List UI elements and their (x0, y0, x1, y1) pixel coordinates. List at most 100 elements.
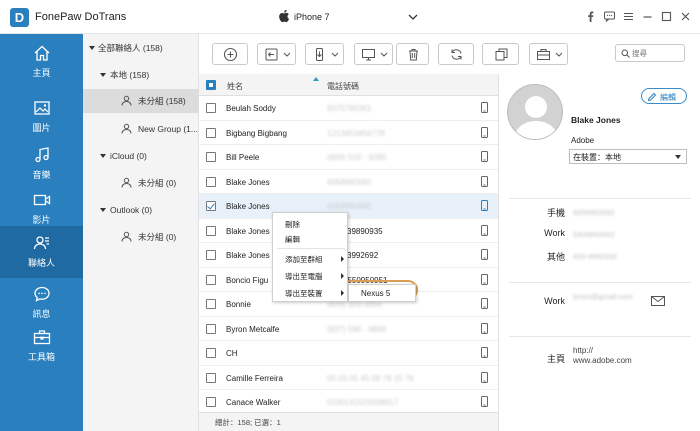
nav-home[interactable]: 主頁 (0, 36, 83, 88)
chevron-down-icon (380, 52, 388, 57)
export-to-pc-button[interactable] (354, 43, 393, 65)
contact-phone-cell: 0190141523008617 (327, 398, 399, 407)
column-header-phone[interactable]: 電話號碼 (327, 81, 359, 92)
group-icloud[interactable]: iCloud (0) (83, 144, 199, 168)
row-checkbox[interactable] (206, 225, 216, 236)
submenu-device-list[interactable]: Nexus 5 (348, 284, 416, 302)
field-value-homepage[interactable]: http:// www.adobe.com (573, 346, 632, 366)
search-box[interactable] (615, 44, 685, 62)
chevron-down-icon (283, 52, 291, 57)
nav-contacts[interactable]: 聯絡人 (0, 226, 83, 278)
menu-item-add-to-group[interactable]: 添加至群組 (273, 250, 349, 267)
group-outlook[interactable]: Outlook (0) (83, 198, 199, 222)
contact-name-cell: Bill Peele (226, 153, 260, 162)
facebook-icon[interactable] (584, 10, 597, 23)
home-icon (34, 45, 50, 61)
computer-export-icon (362, 49, 375, 61)
expand-arrow-icon (100, 208, 106, 212)
row-checkbox[interactable] (206, 176, 216, 187)
person-icon (121, 231, 132, 242)
group-outlook-ungrouped[interactable]: 未分組 (0) (83, 225, 199, 249)
nav-label: 訊息 (32, 309, 51, 319)
export-to-device-button[interactable] (305, 43, 344, 65)
table-row[interactable]: Bigbang Bigbang 12134534567­78 (199, 121, 498, 145)
menu-item-export-to-device[interactable]: 導出至裝置 (273, 284, 349, 301)
row-checkbox[interactable] (206, 372, 216, 383)
menu-item-edit[interactable]: 編輯 (273, 230, 349, 247)
import-button[interactable] (257, 43, 296, 65)
group-local[interactable]: 本地 (158) (83, 63, 199, 87)
column-header-name[interactable]: 姓名 (227, 81, 243, 92)
nav-label: 主頁 (32, 68, 51, 78)
group-label: 未分組 (0) (138, 232, 177, 242)
field-label-work-phone: Work (544, 228, 565, 238)
group-all-contacts[interactable]: 全部聯絡人 (158) (83, 36, 199, 60)
plus-circle-icon (223, 47, 238, 62)
table-row[interactable]: CH (199, 341, 498, 366)
feedback-icon[interactable] (603, 10, 616, 23)
contact-name-cell: Blake Jones (226, 202, 270, 211)
table-row[interactable]: Bill Peele (800) 510 - 9285 (199, 145, 498, 170)
location-select[interactable]: 在裝置：本地 (569, 149, 687, 164)
menu-item-export-to-pc[interactable]: 導出至電腦 (273, 267, 349, 284)
refresh-icon (451, 49, 462, 60)
row-checkbox[interactable] (206, 152, 216, 162)
table-row[interactable]: Beulah Soddy 5075790361 (199, 96, 498, 121)
table-row[interactable]: Blake Jones 6058992692 (199, 170, 498, 194)
delete-button[interactable] (396, 43, 429, 65)
list-header: 姓名 電話號碼 (199, 74, 498, 96)
maximize-icon[interactable] (660, 10, 673, 23)
toolbox-button[interactable] (529, 43, 568, 65)
row-checkbox[interactable] (206, 348, 216, 358)
nav-label: 音樂 (32, 170, 51, 180)
refresh-button[interactable] (438, 43, 474, 65)
nav-toolbox[interactable]: 工具箱 (0, 320, 83, 372)
search-input[interactable] (632, 47, 682, 59)
message-icon (34, 286, 50, 302)
expand-arrow-icon (100, 73, 106, 77)
contacts-icon (33, 236, 49, 250)
duplicate-button[interactable] (482, 43, 519, 65)
group-local-ungrouped[interactable]: 未分組 (158) (83, 89, 199, 113)
music-icon (35, 147, 49, 163)
contact-name-cell: Blake Jones (226, 251, 270, 260)
table-row[interactable]: Byron Metcalfe (937) 586 - 9899 (199, 317, 498, 341)
add-contact-button[interactable] (212, 43, 248, 65)
contact-company: Adobe (571, 136, 595, 145)
edit-label: 編輯 (660, 93, 676, 102)
row-checkbox[interactable] (206, 274, 216, 285)
phone-device-icon (481, 273, 488, 287)
email-icon[interactable] (651, 296, 665, 306)
menu-icon[interactable] (622, 10, 635, 23)
contact-phone-cell: 39890935 (347, 226, 383, 236)
expand-arrow-icon (100, 154, 106, 158)
row-checkbox[interactable] (206, 299, 216, 309)
chevron-down-icon (408, 14, 418, 20)
menu-separator (277, 248, 345, 249)
nav-photos[interactable]: 圖片 (0, 91, 83, 143)
nav-label: 聯絡人 (27, 258, 55, 268)
group-label: iCloud (0) (110, 151, 147, 161)
pencil-icon (647, 92, 657, 102)
row-checkbox[interactable] (206, 103, 216, 113)
minimize-icon[interactable] (641, 10, 654, 23)
person-icon (121, 177, 132, 188)
row-checkbox[interactable] (206, 323, 216, 334)
row-checkbox[interactable] (206, 201, 216, 211)
phone-device-icon (481, 249, 488, 262)
select-all-checkbox[interactable] (206, 80, 216, 90)
table-row[interactable]: Canace Walker 0190141523008617 (199, 390, 498, 415)
phone-device-icon (481, 102, 488, 115)
row-checkbox[interactable] (206, 250, 216, 260)
row-checkbox[interactable] (206, 397, 216, 407)
window-controls (584, 10, 692, 23)
submenu-item-device[interactable]: Nexus 5 (361, 289, 390, 298)
edit-button[interactable]: 編輯 (641, 88, 687, 104)
close-icon[interactable] (679, 10, 692, 23)
row-checkbox[interactable] (206, 127, 216, 138)
group-icloud-ungrouped[interactable]: 未分組 (0) (83, 171, 199, 195)
device-selector[interactable]: iPhone 7 (270, 7, 422, 27)
title-bar: D FonePaw DoTrans iPhone 7 (0, 0, 700, 34)
group-new-group[interactable]: New Group (1... (83, 117, 199, 141)
table-row[interactable]: Camille Ferreira 05 03 05 45 06 78 15 76 (199, 366, 498, 390)
